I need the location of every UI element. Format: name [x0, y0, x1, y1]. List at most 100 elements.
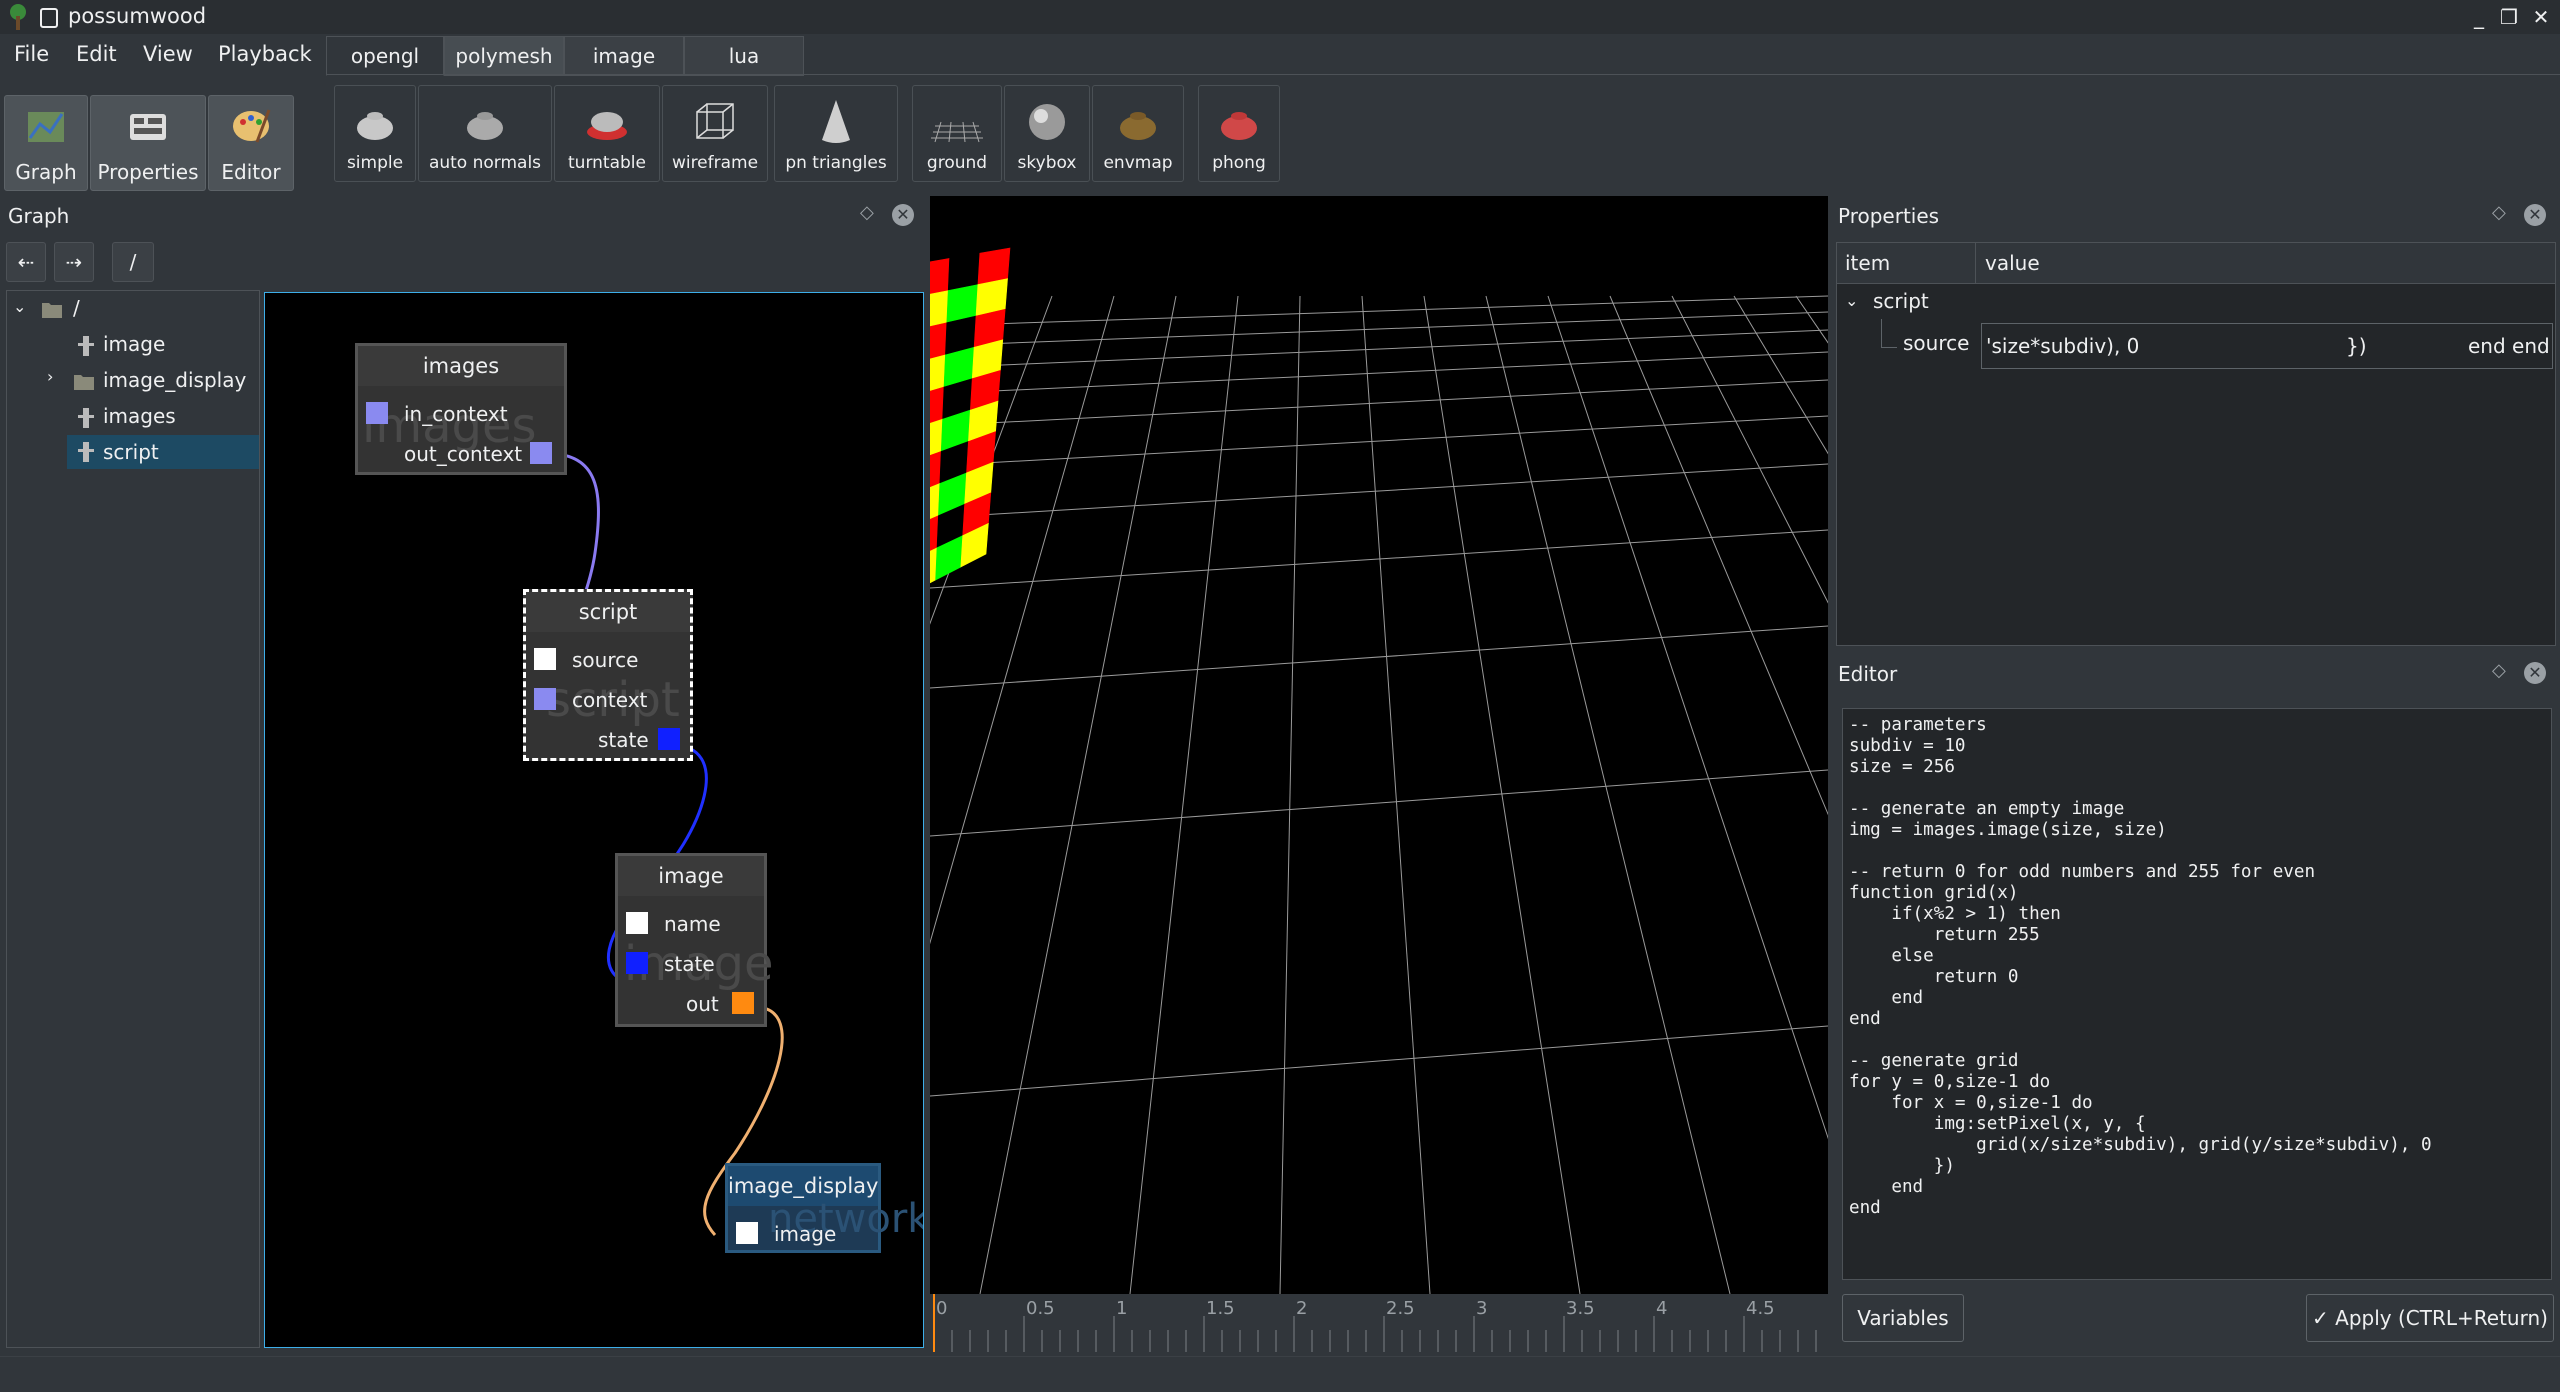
graph-canvas[interactable]: images images in_context out_context scr… — [264, 292, 924, 1348]
skybox-sphere-icon — [1029, 104, 1065, 140]
tab-opengl[interactable]: opengl — [326, 36, 444, 76]
float-icon[interactable]: ◇ — [2492, 202, 2506, 223]
port-name[interactable] — [626, 912, 648, 934]
maximize-button[interactable]: ❐ — [2494, 2, 2524, 32]
column-item[interactable]: item — [1845, 251, 1890, 275]
grid-line — [930, 329, 1828, 369]
property-group-script[interactable]: script — [1873, 289, 1929, 313]
timeline-tick-label: 1 — [1116, 1298, 1127, 1319]
minimize-button[interactable]: _ — [2464, 2, 2494, 32]
expand-root-icon[interactable]: ⌄ — [13, 297, 26, 316]
cone-icon — [822, 100, 850, 143]
graph-mode-button[interactable]: Graph — [4, 95, 88, 191]
close-properties-panel-button[interactable]: ✕ — [2524, 204, 2546, 226]
column-value[interactable]: value — [1985, 251, 2040, 275]
property-source-value-end: end end — [2468, 334, 2550, 358]
collapse-script-icon[interactable]: ⌄ — [1845, 291, 1858, 310]
node-script[interactable]: script script source context state — [523, 589, 693, 761]
float-icon[interactable]: ◇ — [860, 202, 874, 223]
column-divider — [1975, 243, 1976, 283]
shelf-turntable-label: turntable — [568, 153, 646, 173]
teapot-normals-icon — [467, 112, 503, 140]
timeline-ruler: 0 0.5 1 1.5 2 2.5 3 3.5 4 4.5 — [933, 1294, 1817, 1352]
shelf-ground-button[interactable]: ground — [912, 85, 1002, 182]
port-context[interactable] — [534, 688, 556, 710]
grid-line — [930, 625, 1828, 689]
grid-line — [1423, 295, 1581, 1294]
grid-line — [1671, 295, 1828, 604]
shelf-wireframe-button[interactable]: wireframe — [662, 85, 768, 182]
timeline[interactable]: 0 0.5 1 1.5 2 2.5 3 3.5 4 4.5 — [930, 1294, 1828, 1352]
tree-item-root[interactable]: / — [73, 291, 80, 325]
editor-mode-button[interactable]: Editor — [208, 95, 294, 191]
grid-line — [930, 415, 1828, 467]
port-image[interactable] — [736, 1222, 758, 1244]
graph-panel-title: Graph — [8, 204, 70, 228]
tree-item-script-row[interactable]: script — [67, 435, 259, 469]
port-out-context[interactable] — [530, 442, 552, 464]
variables-button[interactable]: Variables — [1842, 1294, 1964, 1342]
tab-lua[interactable]: lua — [684, 36, 804, 76]
port-state-in[interactable] — [626, 952, 648, 974]
status-bar — [0, 1356, 2560, 1392]
title-bar: possumwood _ ❐ ✕ — [0, 0, 2560, 34]
port-label-in-context: in_context — [404, 402, 508, 426]
shelf-envmap-button[interactable]: envmap — [1092, 85, 1184, 182]
viewport-3d[interactable] — [930, 196, 1828, 1294]
node-image[interactable]: image image name state out — [615, 853, 774, 1027]
properties-header: item value — [1837, 243, 2555, 284]
port-out[interactable] — [732, 992, 754, 1014]
port-source[interactable] — [534, 648, 556, 670]
code-text: -- parameters subdiv = 10 size = 256 -- … — [1849, 715, 2432, 1218]
shelf-simple-button[interactable]: simple — [334, 85, 416, 182]
menu-edit[interactable]: Edit — [76, 42, 117, 66]
shelf-skybox-button[interactable]: skybox — [1004, 85, 1090, 182]
pin-icon[interactable] — [40, 8, 58, 28]
shelf-envmap-label: envmap — [1103, 153, 1173, 173]
path-breadcrumb[interactable]: / — [112, 242, 154, 282]
tab-polymesh[interactable]: polymesh — [444, 36, 564, 76]
close-editor-panel-button[interactable]: ✕ — [2524, 662, 2546, 684]
port-state-out[interactable] — [658, 728, 680, 750]
app-logo-icon — [10, 4, 26, 30]
shelf-phong-button[interactable]: phong — [1198, 85, 1280, 182]
close-graph-panel-button[interactable]: ✕ — [892, 204, 914, 226]
timeline-tick-label: 0.5 — [1026, 1298, 1055, 1319]
forward-button[interactable]: ⇢ — [54, 242, 94, 282]
arrow-right-icon: ⇢ — [65, 250, 83, 274]
shelf-turntable-button[interactable]: turntable — [554, 85, 660, 182]
grid-line — [1609, 295, 1828, 816]
menu-view[interactable]: View — [143, 42, 193, 66]
node-image-display[interactable]: image_display network image — [725, 1163, 923, 1253]
port-label-state: state — [598, 728, 649, 752]
editor-panel: Editor ◇ ✕ -- parameters subdiv = 10 siz… — [1832, 654, 2560, 1354]
apply-button[interactable]: ✓ Apply (CTRL+Return) — [2306, 1294, 2554, 1342]
timeline-tick-label: 2.5 — [1386, 1298, 1415, 1319]
tree-item-image[interactable]: image — [103, 327, 165, 361]
property-source-value-mid: }) — [2346, 334, 2367, 358]
grid-line — [930, 311, 1828, 347]
property-source-value[interactable]: 'size*subdiv), 0 }) end end — [1981, 323, 2553, 369]
shelf-auto-normals-button[interactable]: auto normals — [418, 85, 552, 182]
editor-icon — [233, 109, 271, 143]
shelf-pn-triangles-button[interactable]: pn triangles — [774, 85, 898, 182]
back-button[interactable]: ⇠ — [6, 242, 46, 282]
port-in-context[interactable] — [366, 402, 388, 424]
arrow-left-icon: ⇠ — [17, 250, 35, 274]
node-images[interactable]: images images in_context out_context — [355, 343, 567, 475]
tab-image[interactable]: image — [564, 36, 684, 76]
shelf-wireframe-label: wireframe — [671, 153, 759, 173]
tree-item-image-display[interactable]: image_display — [103, 363, 246, 397]
expand-image-display-icon[interactable]: › — [47, 367, 53, 386]
float-icon[interactable]: ◇ — [2492, 660, 2506, 681]
properties-mode-button[interactable]: Properties — [90, 95, 206, 191]
tree-item-images[interactable]: images — [103, 399, 176, 433]
port-label-image: image — [774, 1222, 837, 1246]
close-window-button[interactable]: ✕ — [2526, 2, 2556, 32]
menu-file[interactable]: File — [14, 42, 49, 66]
shelf-skybox-label: skybox — [1017, 153, 1077, 173]
grid-line — [930, 295, 1828, 327]
menu-playback[interactable]: Playback — [218, 42, 312, 66]
grid-line — [930, 1025, 1828, 1097]
code-editor[interactable]: -- parameters subdiv = 10 size = 256 -- … — [1842, 708, 2552, 1280]
